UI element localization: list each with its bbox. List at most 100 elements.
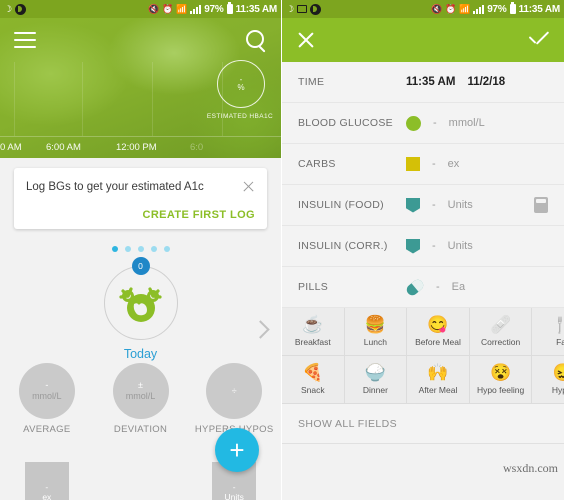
tag-breakfast[interactable]: ☕ Breakfast [282, 308, 345, 355]
close-icon[interactable] [242, 180, 255, 193]
tag-hypo-feeling[interactable]: 😵 Hypo feeling [470, 356, 533, 403]
tag-lunch[interactable]: 🍔 Lunch [345, 308, 408, 355]
battery-percent: 97% [204, 3, 224, 15]
close-icon[interactable] [296, 30, 316, 50]
day-carousel: 0 Today [0, 246, 281, 361]
stat-hypers-symbol: ÷ [231, 385, 237, 396]
field-insulin-food-unit: Units [447, 199, 473, 211]
monster-icon [118, 287, 162, 322]
field-time-value: 11:35 AM [406, 76, 456, 88]
calculator-icon[interactable] [534, 197, 548, 213]
dual-screenshot: ☽ 🔇 ⏰ 📶 97% 11:35 AM - % ESTIMATED HBA1C… [0, 0, 564, 500]
bottom-card-carbs[interactable]: - ex [24, 462, 69, 500]
alarm-icon: ⏰ [445, 3, 457, 14]
bowl-icon: 🍚 [364, 363, 386, 382]
tag-after-meal-label: After Meal [418, 385, 458, 395]
tag-after-meal[interactable]: 🙌 After Meal [407, 356, 470, 403]
field-carbs[interactable]: CARBS - ex [282, 144, 564, 185]
stat-average[interactable]: - mmol/L AVERAGE [0, 363, 94, 436]
field-time-label: TIME [298, 76, 325, 88]
field-pills-label: PILLS [298, 281, 329, 293]
entry-form: TIME 11:35 AM 11/2/18 BLOOD GLUCOSE - mm… [282, 62, 564, 308]
battery-percent: 97% [487, 3, 507, 15]
create-first-log-button[interactable]: CREATE FIRST LOG [26, 209, 255, 221]
field-date-value: 11/2/18 [467, 76, 506, 88]
stat-average-label: AVERAGE [23, 424, 71, 435]
hba1c-percent: % [237, 83, 245, 92]
bottom-card-carbs-unit: ex [42, 492, 52, 500]
field-pills-unit: Ea [451, 281, 466, 293]
mute-icon: 🔇 [148, 3, 160, 14]
message-icon [297, 5, 308, 13]
field-carbs-value: - [432, 158, 436, 170]
screen-dashboard: ☽ 🔇 ⏰ 📶 97% 11:35 AM - % ESTIMATED HBA1C… [0, 0, 282, 500]
tag-before-meal[interactable]: 😋 Before Meal [407, 308, 470, 355]
estimated-hba1c-circle[interactable]: - % [217, 60, 265, 108]
search-icon[interactable] [245, 29, 267, 51]
tag-lunch-label: Lunch [363, 337, 387, 347]
field-carbs-label: CARBS [298, 158, 336, 170]
tag-grid: ☕ Breakfast 🍔 Lunch 😋 Before Meal 🩹 Corr… [282, 308, 564, 404]
log-count-badge: 0 [131, 257, 150, 275]
tag-fasting[interactable]: 🍴 Fas [532, 308, 564, 355]
app-bar-add-entry [282, 18, 564, 62]
check-icon[interactable] [528, 32, 550, 48]
face-hyper-icon: 😖 [552, 363, 564, 382]
app-icon [310, 3, 322, 15]
stat-average-unit: mmol/L [32, 391, 62, 401]
add-log-button[interactable]: + [215, 428, 259, 472]
tag-snack[interactable]: 🍕 Snack [282, 356, 345, 403]
bandage-icon: 🩹 [489, 315, 512, 334]
fasting-icon: 🍴 [552, 315, 564, 334]
show-all-fields-button[interactable]: SHOW ALL FIELDS [282, 404, 564, 444]
tag-fasting-label: Fas [556, 337, 564, 347]
status-time: 11:35 AM [235, 3, 278, 15]
menu-icon[interactable] [14, 32, 36, 48]
burger-drink-icon: 🍔 [364, 315, 386, 334]
field-pills[interactable]: PILLS - Ea [282, 267, 564, 308]
tag-hyper[interactable]: 😖 Hyper [532, 356, 564, 403]
status-time: 11:35 AM [518, 3, 561, 15]
pizza-slice-icon: 🍕 [302, 363, 324, 382]
app-bar-dashboard [0, 18, 281, 62]
signal-icon [190, 4, 202, 14]
app-icon [15, 3, 27, 15]
battery-icon [509, 2, 516, 14]
tag-correction-label: Correction [480, 337, 521, 347]
field-blood-glucose-value: - [433, 117, 437, 129]
field-blood-glucose[interactable]: BLOOD GLUCOSE - mmol/L [282, 103, 564, 144]
tag-before-meal-label: Before Meal [415, 337, 461, 347]
battery-icon [226, 2, 233, 14]
axis-label-2: 12:00 PM [116, 142, 157, 153]
field-insulin-food[interactable]: INSULIN (FOOD) - Units [282, 185, 564, 226]
wifi-icon: 📶 [176, 3, 188, 14]
face-after-meal-icon: 🙌 [427, 363, 449, 382]
notification-card: Log BGs to get your estimated A1c CREATE… [14, 168, 267, 229]
chart-time-axis: 0 AM 6:00 AM 12:00 PM 6:0 [0, 136, 281, 158]
carousel-dots[interactable] [111, 246, 170, 252]
tag-row-2: 🍕 Snack 🍚 Dinner 🙌 After Meal 😵 Hypo fee… [282, 356, 564, 404]
tag-snack-label: Snack [300, 385, 325, 395]
axis-label-3: 6:0 [190, 142, 204, 153]
field-insulin-correction-label: INSULIN (CORR.) [298, 240, 388, 252]
glucose-chart-hero: - % ESTIMATED HBA1C 0 AM 6:00 AM 12:00 P… [0, 18, 281, 158]
tag-hyper-label: Hyper [551, 385, 564, 395]
tag-correction[interactable]: 🩹 Correction [470, 308, 533, 355]
stat-hypers-hypos[interactable]: ÷ HYPERS HYPOS [187, 363, 281, 436]
stat-deviation-symbol: ± [138, 380, 143, 390]
field-time[interactable]: TIME 11:35 AM 11/2/18 [282, 62, 564, 103]
field-insulin-correction-value: - [432, 240, 436, 252]
bottom-card-carbs-value: - [45, 482, 49, 492]
tag-hypo-feeling-label: Hypo feeling [476, 385, 525, 395]
moon-icon: ☽ [286, 3, 295, 14]
coffee-cup-icon: ☕ [302, 315, 324, 334]
mascot-avatar[interactable] [103, 266, 178, 340]
field-insulin-correction[interactable]: INSULIN (CORR.) - Units [282, 226, 564, 267]
face-before-meal-icon: 😋 [427, 315, 449, 334]
stat-deviation-label: DEVIATION [113, 424, 168, 435]
stat-deviation[interactable]: ± mmol/L DEVIATION [94, 363, 188, 436]
bottom-card-insulin-value: - [232, 482, 236, 492]
alarm-icon: ⏰ [162, 3, 174, 14]
tag-dinner[interactable]: 🍚 Dinner [345, 356, 408, 403]
axis-label-1: 6:00 AM [46, 142, 81, 153]
